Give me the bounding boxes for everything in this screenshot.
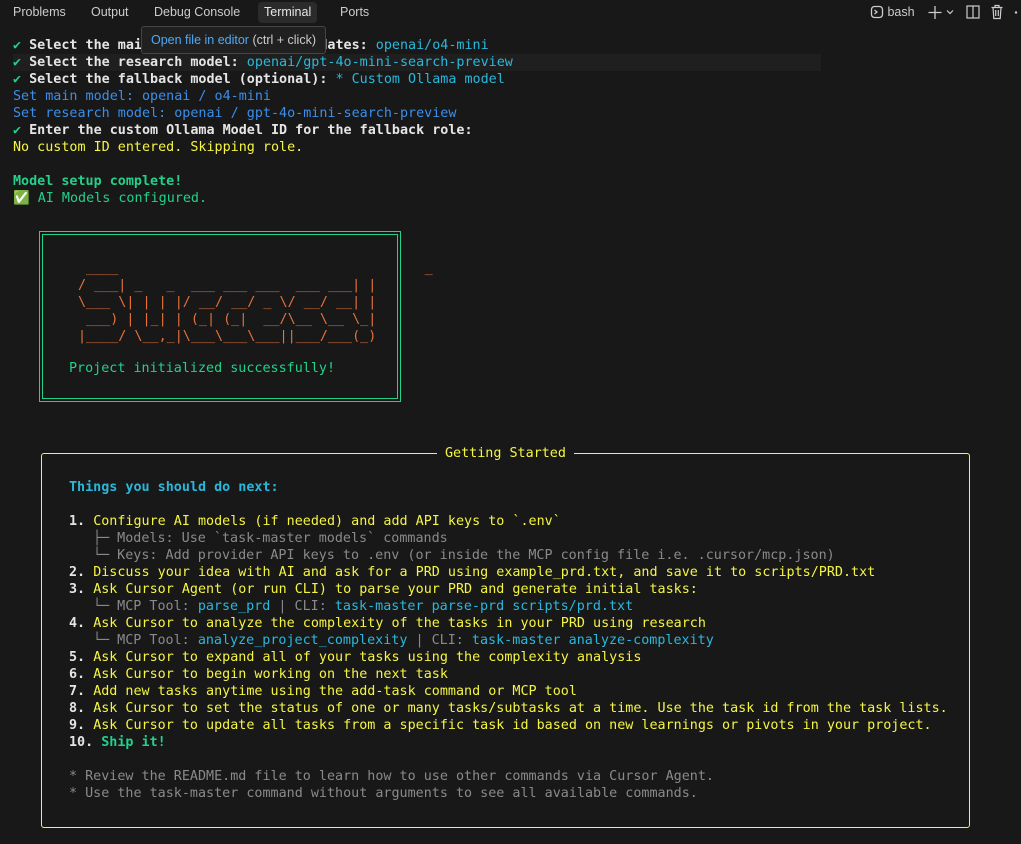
terminal-line: ✔ Select the research model: openai/gpt-… <box>13 54 821 71</box>
list-subitem: └─ MCP Tool: parse_prd | CLI: task-maste… <box>93 599 634 614</box>
getting-started-title: Getting Started <box>437 445 574 462</box>
more-actions-icon[interactable] <box>1012 0 1020 25</box>
list-item: 6. Ask Cursor to begin working on the ne… <box>69 667 448 682</box>
success-ascii-art: ____ _ / ___| _ _ ___ ___ ___ ___ ___| |… <box>78 261 433 344</box>
terminal-line: Set research model: openai / gpt-4o-mini… <box>13 106 457 121</box>
terminal-line: Model setup complete! <box>13 174 183 189</box>
list-subitem: ├─ Models: Use `task-master models` comm… <box>93 531 448 546</box>
tooltip-hint: (ctrl + click) <box>248 33 316 47</box>
list-item: 8. Ask Cursor to set the status of one o… <box>69 701 948 716</box>
list-subitem: └─ Keys: Add provider API keys to .env (… <box>93 548 835 563</box>
note-line: * Use the task-master command without ar… <box>69 786 698 801</box>
terminal-line: ✔ Enter the custom Ollama Model ID for t… <box>13 123 473 138</box>
open-file-tooltip: Open file in editor (ctrl + click) <box>141 26 326 54</box>
list-item: 1. Configure AI models (if needed) and a… <box>69 514 561 529</box>
tab-debug-console[interactable]: Debug Console <box>148 2 246 23</box>
tab-terminal[interactable]: Terminal <box>258 2 318 23</box>
list-item: 7. Add new tasks anytime using the add-t… <box>69 684 577 699</box>
split-terminal-icon[interactable] <box>966 0 980 25</box>
list-item: 9. Ask Cursor to update all tasks from a… <box>69 718 932 733</box>
terminal-line: ✔ Select the fallback model (optional): … <box>13 72 505 87</box>
terminal-profile-selector[interactable]: bash <box>870 0 915 25</box>
terminal-line: Set main model: openai / o4-mini <box>13 89 271 104</box>
list-item: 2. Discuss your idea with AI and ask for… <box>69 565 876 580</box>
success-message: Project initialized successfully! <box>69 361 336 376</box>
tab-output[interactable]: Output <box>85 2 135 23</box>
list-item: 4. Ask Cursor to analyze the complexity … <box>69 616 706 631</box>
tooltip-link: Open file in editor <box>151 33 249 47</box>
terminal-name: bash <box>887 5 915 19</box>
tab-ports[interactable]: Ports <box>334 2 375 23</box>
panel-tab-bar: Problems Output Debug Console Terminal P… <box>0 0 1021 25</box>
list-subitem: └─ MCP Tool: analyze_project_complexity … <box>93 633 714 648</box>
terminal-icon <box>870 3 884 19</box>
list-item: 10. Ship it! <box>69 735 166 750</box>
note-line: * Review the README.md file to learn how… <box>69 769 714 784</box>
next-steps-heading: Things you should do next: <box>69 480 279 495</box>
tab-problems[interactable]: Problems <box>7 2 72 23</box>
terminal-line: No custom ID entered. Skipping role. <box>13 140 304 155</box>
new-terminal-icon[interactable] <box>928 0 942 25</box>
chevron-down-icon[interactable] <box>945 0 955 25</box>
trash-icon[interactable] <box>990 0 1004 25</box>
list-item: 3. Ask Cursor Agent (or run CLI) to pars… <box>69 582 698 597</box>
terminal-line: ✅ AI Models configured. <box>13 191 208 206</box>
list-item: 5. Ask Cursor to expand all of your task… <box>69 650 642 665</box>
